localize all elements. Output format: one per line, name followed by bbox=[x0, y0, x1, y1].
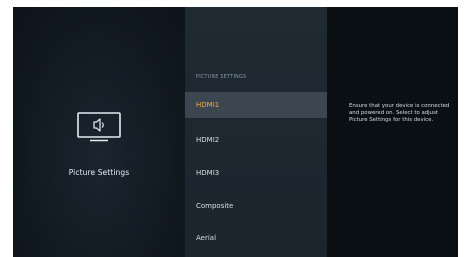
menu-item-hdmi3[interactable]: HDMI3 bbox=[185, 160, 327, 186]
scroll-fade bbox=[185, 243, 327, 257]
category-panel: Picture Settings bbox=[13, 7, 185, 257]
menu-item-hdmi1[interactable]: HDMI1 bbox=[185, 92, 327, 118]
tv-speaker-icon bbox=[77, 112, 121, 142]
menu-item-composite[interactable]: Composite bbox=[185, 193, 327, 219]
section-label: PICTURE SETTINGS bbox=[196, 75, 247, 80]
category-title: Picture Settings bbox=[68, 168, 130, 177]
description-panel: Ensure that your device is connected and… bbox=[327, 7, 458, 257]
settings-screen: Picture Settings PICTURE SETTINGS HDMI1 … bbox=[13, 7, 458, 257]
description-text: Ensure that your device is connected and… bbox=[349, 103, 450, 124]
picture-settings-menu: PICTURE SETTINGS HDMI1 HDMI2 HDMI3 Compo… bbox=[185, 7, 327, 257]
menu-item-hdmi2[interactable]: HDMI2 bbox=[185, 127, 327, 153]
